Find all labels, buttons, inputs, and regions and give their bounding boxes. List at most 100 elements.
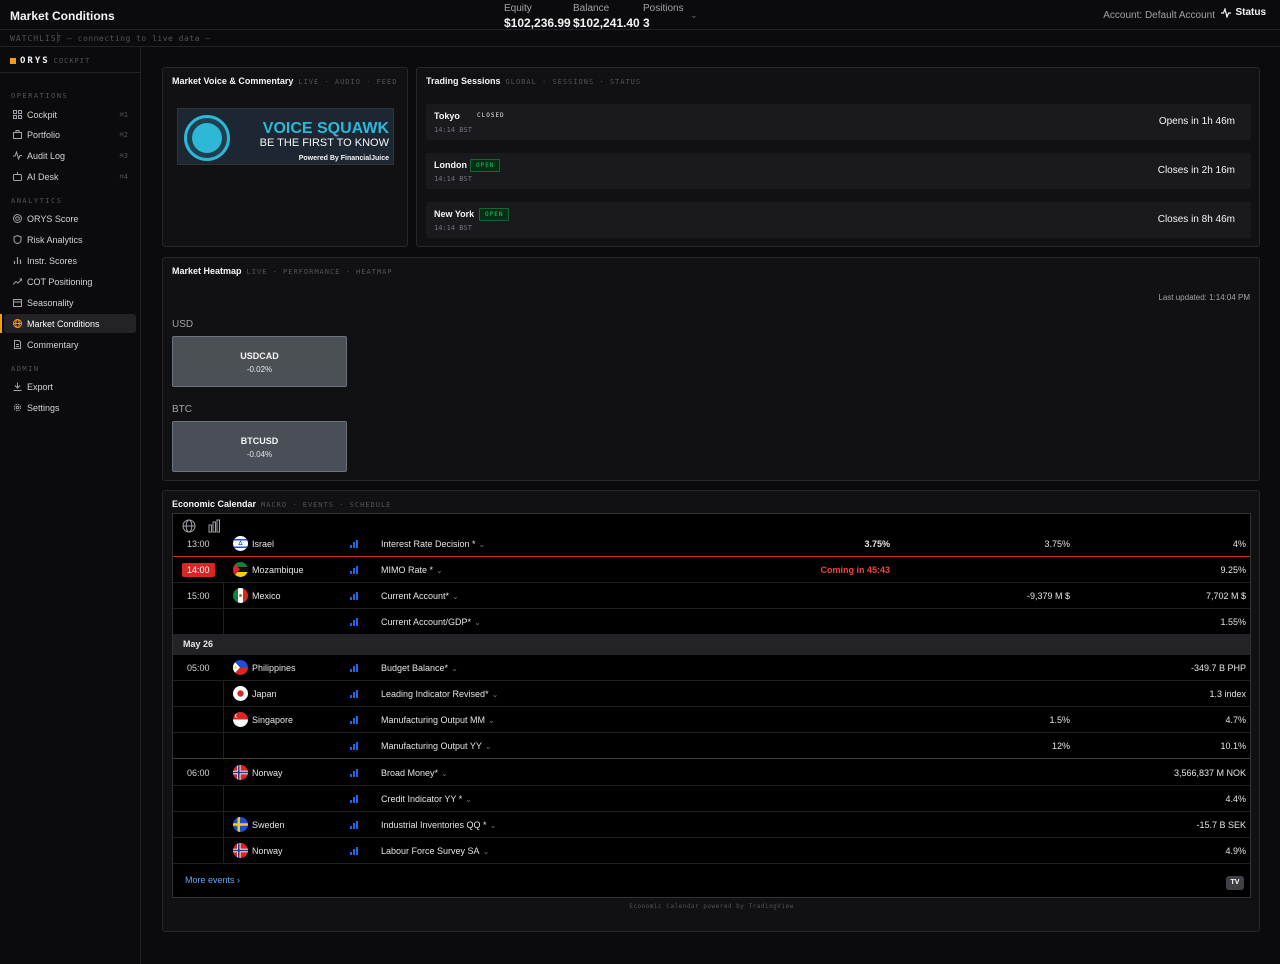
calendar-row[interactable]: 15:00 Mexico Current Account* ⌄ -9,379 M … [173,583,1250,609]
sidebar-item-cockpit[interactable]: Cockpit ⌘1 [4,105,136,124]
banner-powered: Powered By FinancialJuice [298,155,389,162]
calendar-row-upcoming[interactable]: 14:00 Mozambique MIMO Rate * ⌄ Coming in … [173,556,1250,583]
positions-metric[interactable]: Positions 3 [643,3,684,30]
tradingview-logo-icon[interactable]: TV [1226,876,1244,890]
sidebar: ORYS COCKPIT OPERATIONS Cockpit ⌘1 Portf… [0,47,141,964]
last-updated: Last updated: 1:14:04 PM [1158,293,1250,302]
balance-value: $102,241.40 [573,16,640,30]
calendar-row[interactable]: Norway Labour Force Survey SA ⌄ 4.9% [173,838,1250,864]
chevron-down-icon[interactable]: ⌄ [690,10,698,21]
panel-title: Trading Sessions GLOBAL · SESSIONS · STAT… [426,76,641,86]
sidebar-item-audit-log[interactable]: Audit Log ⌘3 [4,146,136,165]
session-time: 14:14 BST [434,224,472,232]
calendar-row[interactable]: Manufacturing Output YY ⌄ 12% 10.1% [173,733,1250,759]
event-countdown: Coming in 45:43 [820,565,890,575]
section-label-operations: OPERATIONS [11,92,69,100]
event-forecast: 3.75% [1044,539,1070,549]
chevron-right-icon: › [237,875,241,885]
japan-flag-icon [233,686,248,701]
session-time: 14:14 BST [434,175,472,183]
event-name-text: Leading Indicator Revised* [381,689,489,699]
calendar-row[interactable]: Current Account/GDP* ⌄ 1.55% [173,609,1250,635]
sidebar-item-commentary[interactable]: Commentary [4,335,136,354]
sidebar-item-market-conditions[interactable]: Market Conditions [0,314,136,333]
page-title: Market Conditions [10,9,115,23]
session-card-new-york: New York OPEN 14:14 BST Closes in 8h 46m [426,202,1251,238]
calendar-row[interactable]: Sweden Industrial Inventories QQ * ⌄ -15.… [173,812,1250,838]
more-events-label: More events [185,875,235,885]
calendar-subtitle: MACRO · EVENTS · SCHEDULE [261,501,392,509]
calendar-panel: Economic Calendar MACRO · EVENTS · SCHEDU… [162,490,1260,932]
importance-bars-icon [350,618,358,626]
chevron-down-icon: ⌄ [488,716,495,725]
account-selector[interactable]: Account: Default Account [1103,10,1215,21]
sidebar-item-orys-score[interactable]: ORYS Score [4,209,136,228]
section-label-admin: ADMIN [11,365,40,373]
session-countdown: Opens in 1h 46m [1158,116,1235,127]
tile-change: -0.02% [246,365,273,374]
event-name: Budget Balance* ⌄ [381,663,458,673]
calendar-row[interactable]: 13:00 Israel Interest Rate Decision * ⌄ 3… [173,531,1250,557]
sidebar-item-export[interactable]: Export [4,377,136,396]
sidebar-item-cot-positioning[interactable]: COT Positioning [4,272,136,291]
calendar-row[interactable]: 06:00 Norway Broad Money* ⌄ 3,566,837 M N… [173,760,1250,786]
sidebar-item-label: Export [27,381,54,392]
calendar-row[interactable]: Singapore Manufacturing Output MM ⌄ 1.5% … [173,707,1250,733]
event-country: Japan [252,689,277,699]
event-prior: -15.7 B SEK [1196,820,1246,830]
banner-tagline: BE THE FIRST TO KNOW [259,137,389,149]
event-country: Israel [252,539,275,549]
download-icon [12,382,22,392]
event-prior: 3,566,837 M NOK [1173,768,1246,778]
heatmap-tile-usdcad[interactable]: USDCAD -0.02% [172,336,347,387]
sidebar-item-instr-scores[interactable]: Instr. Scores [4,251,136,270]
chevron-down-icon: ⌄ [465,795,472,804]
calendar-row[interactable]: Japan Leading Indicator Revised* ⌄ 1.3 in… [173,681,1250,707]
event-name: MIMO Rate * ⌄ [381,565,443,575]
sidebar-item-ai-desk[interactable]: AI Desk ⌘4 [4,167,136,186]
sidebar-item-settings[interactable]: Settings [4,398,136,417]
event-forecast: 12% [1051,741,1070,751]
importance-bars-icon [350,742,358,750]
chevron-down-icon: ⌄ [436,566,443,575]
voice-squawk-banner[interactable]: VOICE SQUAWK BE THE FIRST TO KNOW Powere… [177,108,394,165]
heatmap-tile-btcusd[interactable]: BTCUSD -0.04% [172,421,347,472]
event-forecast: 1.5% [1049,715,1070,725]
event-prior: 4.7% [1225,715,1246,725]
heatmap-panel: Market Heatmap LIVE · PERFORMANCE · HEATM… [162,257,1260,481]
event-country: Mozambique [252,565,304,575]
mozambique-flag-icon [233,562,248,577]
event-time: 05:00 [187,663,210,673]
session-city: Tokyo [434,111,460,121]
more-events-link[interactable]: More events › [185,875,240,885]
event-country: Norway [252,846,283,856]
calendar-row[interactable]: 05:00 Philippines Budget Balance* ⌄ -349.… [173,655,1250,681]
date-separator-label: May 26 [183,639,214,649]
sidebar-item-portfolio[interactable]: Portfolio ⌘2 [4,125,136,144]
brand-name: ORYS [20,56,50,66]
heatmap-title: Market Heatmap [172,266,242,276]
sidebar-item-seasonality[interactable]: Seasonality [4,293,136,312]
sidebar-item-risk-analytics[interactable]: Risk Analytics [4,230,136,249]
importance-bars-icon [350,769,358,777]
sessions-panel: Trading Sessions GLOBAL · SESSIONS · STAT… [416,67,1260,247]
chevron-down-icon: ⌄ [451,664,458,673]
shortcut-hint: ⌘4 [119,172,128,181]
event-name: Manufacturing Output YY ⌄ [381,741,492,751]
section-label-analytics: ANALYTICS [11,197,63,205]
event-name: Industrial Inventories QQ * ⌄ [381,820,496,830]
brand-logo[interactable]: ORYS COCKPIT [10,56,90,66]
watchlist-bar: WATCHLIST — connecting to live data — [0,30,1280,47]
calendar-row[interactable]: Credit Indicator YY * ⌄ 4.4% [173,786,1250,812]
equity-value: $102,236.99 [504,16,571,30]
doc-icon [12,340,22,350]
status-button[interactable]: Status [1221,7,1266,18]
status-badge: CLOSED [472,110,510,121]
event-name-text: Manufacturing Output YY [381,741,482,751]
event-prior: 4.4% [1225,794,1246,804]
event-time: 06:00 [187,768,210,778]
divider [223,786,224,864]
sidebar-item-label: Market Conditions [27,318,100,329]
sidebar-item-label: Instr. Scores [27,255,78,266]
equity-label: Equity [504,3,532,14]
